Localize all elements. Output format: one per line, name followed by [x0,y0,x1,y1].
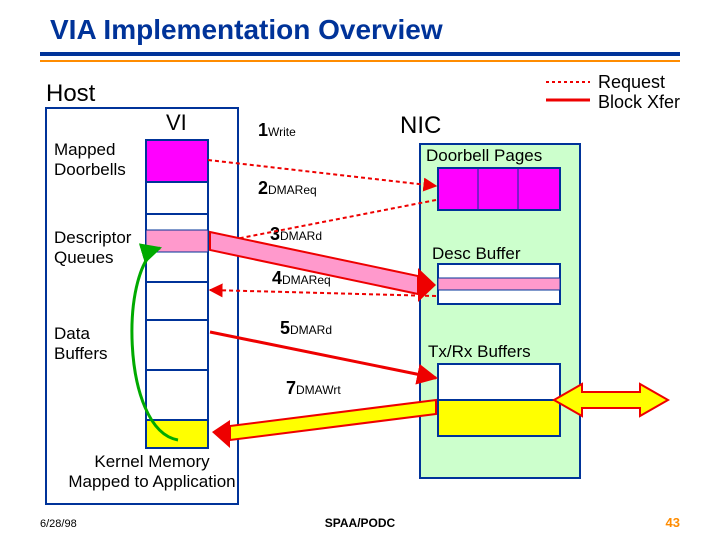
arrows [0,0,720,540]
footer-venue: SPAA/PODC [0,516,720,530]
footer-page: 43 [666,515,680,530]
